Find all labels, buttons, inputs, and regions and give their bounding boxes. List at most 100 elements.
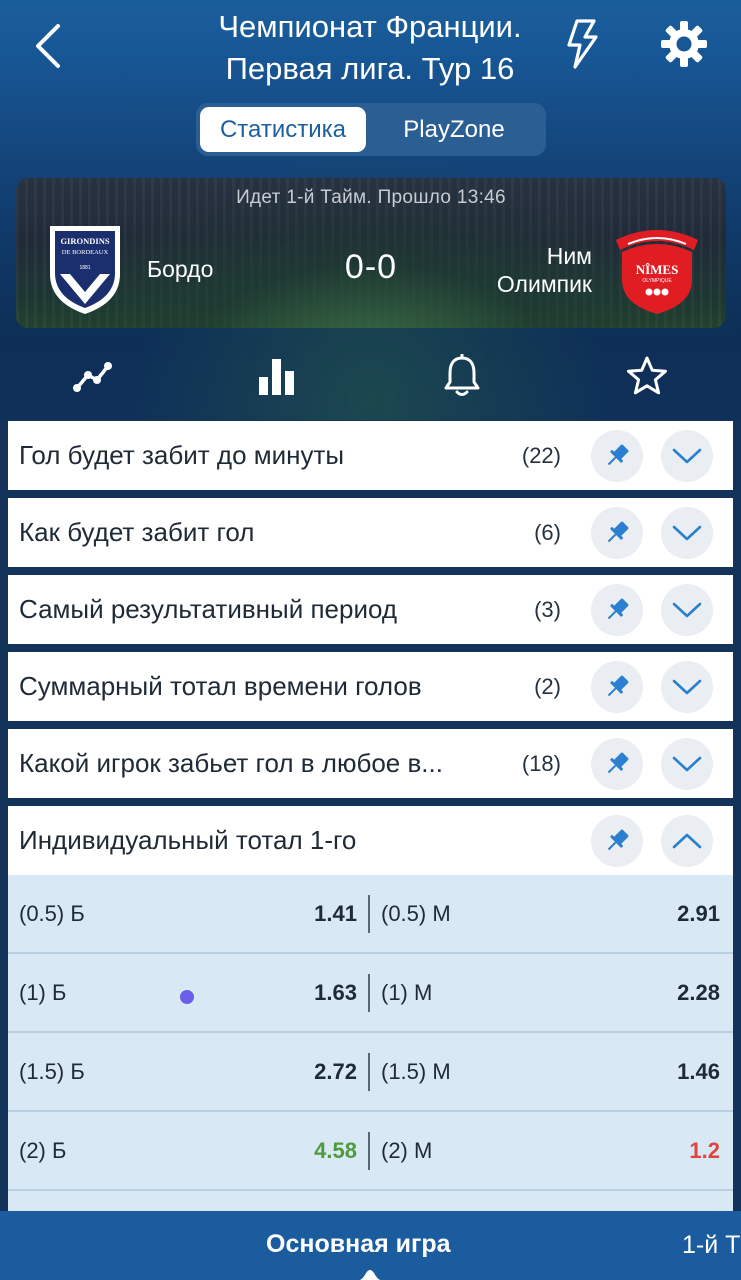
chevron-down-icon [672,525,702,540]
pin-icon [607,829,629,850]
odds-value-over[interactable]: 1.41 [314,875,357,952]
pin-button[interactable] [591,429,643,482]
bell-icon [444,354,480,396]
nimes-logo-text: NÎMES [636,262,679,277]
chevron-down-icon [672,756,702,771]
graph-button[interactable] [68,351,118,401]
market-row-expanded[interactable]: Индивидуальный тотал 1-го [8,806,733,875]
pin-button[interactable] [591,506,643,559]
away-team-name-line1: Ним [546,243,592,269]
odds-row: (1) Б 1.63 (1) М 2.28 [8,954,733,1033]
tab-main-game[interactable]: Основная игра [266,1230,451,1259]
bordeaux-logo-text-top: GIRONDINS [60,236,109,246]
odds-label-over[interactable]: (1.5) Б [19,1033,85,1110]
odds-value-over[interactable]: 1.63 [314,954,357,1031]
expand-button[interactable] [661,506,713,559]
pin-button[interactable] [591,814,643,867]
odds-divider [368,895,370,933]
star-icon [627,356,667,395]
expand-button[interactable] [661,660,713,713]
collapse-button[interactable] [661,814,713,867]
nimes-logo-sub: OLYMPIQUE [642,278,672,284]
odds-divider [368,1053,370,1091]
view-switcher: Статистика PlayZone [196,103,546,156]
notifications-button[interactable] [437,351,487,401]
market-row[interactable]: Гол будет забит до минуты (22) [8,421,733,490]
market-count: (6) [534,519,561,545]
odds-value-under[interactable]: 2.91 [677,875,720,952]
market-name: Гол будет забит до минуты [19,440,345,470]
favorite-button[interactable] [622,351,672,401]
pin-icon [607,675,629,696]
expand-button[interactable] [661,737,713,790]
market-name: Какой игрок забьет гол в любое в... [19,748,443,778]
odds-row: (1.5) Б 2.72 (1.5) М 1.46 [8,1033,733,1112]
period-tabs: Основная игра 1-й Т [0,1211,741,1280]
market-row[interactable]: Как будет забит гол (6) [8,498,733,567]
match-status: Идет 1-й Тайм. Прошло 13:46 [236,187,506,208]
pin-icon [607,444,629,465]
gear-icon [661,21,707,67]
odds-label-over[interactable]: (0.5) Б [19,875,85,952]
tab-statistics[interactable]: Статистика [200,107,366,152]
odds-divider [368,974,370,1012]
chevron-down-icon [672,679,702,694]
odds-label-under[interactable]: (1) М [381,954,432,1031]
expand-button[interactable] [661,583,713,636]
statistics-button[interactable] [252,351,302,401]
market-name: Как будет забит гол [19,517,255,547]
back-button[interactable] [22,20,72,72]
odds-label-over[interactable]: (2) Б [19,1112,66,1189]
bar-chart-icon [259,359,294,395]
line-chart-icon [73,362,112,392]
odds-value-under[interactable]: 1.46 [677,1033,720,1110]
market-count: (18) [521,750,561,776]
odds-label-under[interactable]: (2) М [381,1112,432,1189]
pin-button[interactable] [591,737,643,790]
odds-row: (0.5) Б 1.41 (0.5) М 2.91 [8,875,733,954]
page-title: Чемпионат Франции. Первая лига. Тур 16 [110,6,630,90]
market-row[interactable]: Какой игрок забьет гол в любое в... (18) [8,729,733,798]
odds-value-over[interactable]: 2.72 [314,1033,357,1110]
pin-button[interactable] [591,660,643,713]
touch-indicator-dot [180,990,194,1004]
pin-button[interactable] [591,583,643,636]
away-team-name: Ним Олимпик [497,242,592,298]
odds-label-over[interactable]: (1) Б [19,954,66,1031]
pin-icon [607,521,629,542]
active-tab-indicator [359,1270,381,1280]
title-line-1: Чемпионат Франции. [218,9,522,44]
odds-value-under[interactable]: 2.28 [677,954,720,1031]
odds-label-under[interactable]: (1.5) М [381,1033,451,1110]
match-toolbar [0,345,741,407]
tab-playzone[interactable]: PlayZone [366,107,542,152]
chevron-up-icon [672,833,702,848]
odds-row: (2) Б 4.58 (2) М 1.2 [8,1112,733,1191]
quick-bet-button[interactable] [558,16,608,72]
odds-label-under[interactable]: (0.5) М [381,875,451,952]
market-row[interactable]: Суммарный тотал времени голов (2) [8,652,733,721]
market-name: Индивидуальный тотал 1-го [19,825,357,855]
scoreboard: Идет 1-й Тайм. Прошло 13:46 GIRONDINS DE… [16,178,726,328]
tab-first-half[interactable]: 1-й Т [682,1231,740,1260]
expand-button[interactable] [661,429,713,482]
market-row[interactable]: Самый результативный период (3) [8,575,733,644]
chevron-down-icon [672,448,702,463]
chevron-left-icon [36,24,60,68]
title-line-2: Первая лига. Тур 16 [225,51,515,86]
markets-list: Гол будет забит до минуты (22) Как будет… [8,421,733,1270]
match-header: Чемпионат Франции. Первая лига. Тур 16 С… [0,0,741,420]
market-count: (22) [521,442,561,468]
market-name: Самый результативный период [19,594,398,624]
pin-icon [607,752,629,773]
market-name: Суммарный тотал времени голов [19,671,422,701]
odds-value-over-rising[interactable]: 4.58 [314,1112,357,1189]
settings-button[interactable] [655,16,713,72]
away-team-name-line2: Олимпик [496,271,592,297]
market-count: (3) [534,596,561,622]
odds-value-under-falling[interactable]: 1.2 [689,1112,720,1189]
chevron-down-icon [672,602,702,617]
odds-divider [368,1132,370,1170]
nimes-logo: NÎMES OLYMPIQUE [616,230,698,314]
lightning-icon [567,19,598,69]
